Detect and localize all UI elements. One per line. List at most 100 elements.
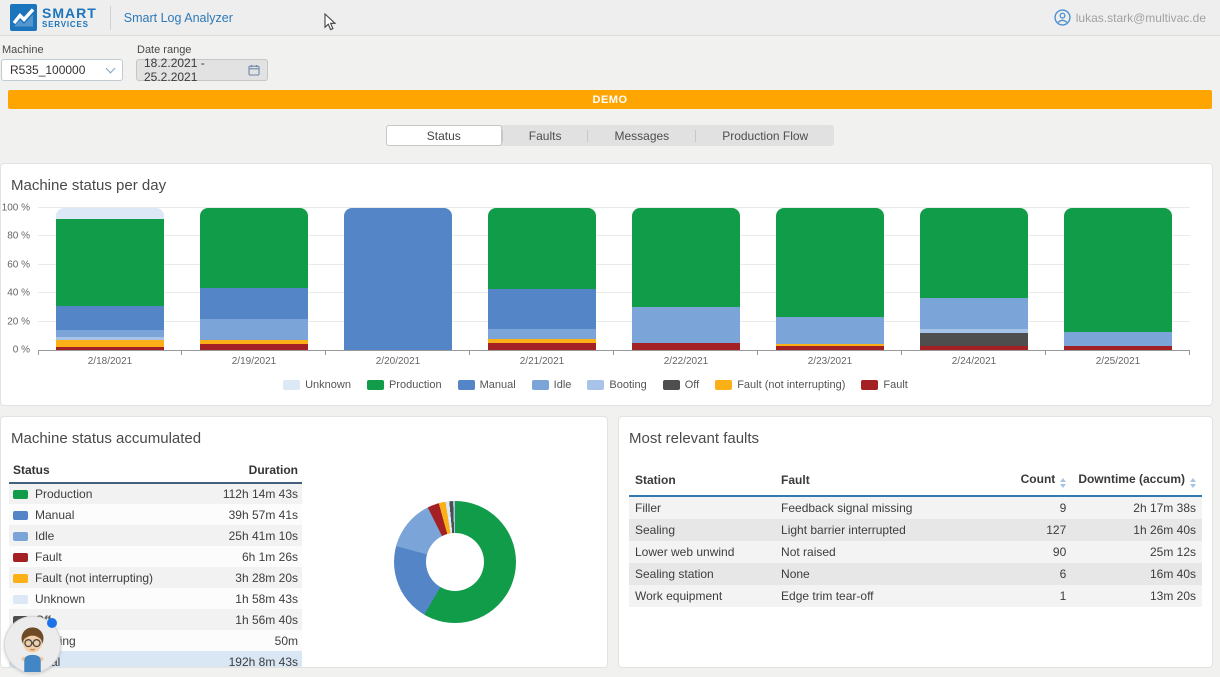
x-tick-label: 2/23/2021 xyxy=(758,351,902,367)
production-segment xyxy=(632,208,740,307)
machine-select-value: R535_100000 xyxy=(10,63,107,77)
production-segment xyxy=(200,208,308,288)
fault-segment xyxy=(56,347,164,350)
x-tick-label: 2/18/2021 xyxy=(38,351,182,367)
date-range-input[interactable]: 18.2.2021 - 25.2.2021 xyxy=(136,59,268,81)
stacked-bar xyxy=(344,208,452,350)
logo-chart-icon xyxy=(10,4,37,31)
tab-faults[interactable]: Faults xyxy=(503,125,588,146)
fault-cell: None xyxy=(775,563,998,585)
idle-swatch xyxy=(13,532,28,541)
fault_ni-segment xyxy=(56,340,164,347)
tab-messages[interactable]: Messages xyxy=(588,125,695,146)
legend-label: Booting xyxy=(609,379,646,391)
manual-segment xyxy=(200,288,308,319)
chart-legend: Unknown Production Manual Idle Booting Off Fau… xyxy=(1,379,1190,391)
manual-segment xyxy=(488,289,596,329)
legend-item[interactable]: Unknown xyxy=(283,379,351,391)
sort-icon[interactable] xyxy=(1190,478,1196,488)
user-menu[interactable]: lukas.stark@multivac.de xyxy=(1054,9,1206,26)
downtime-cell: 1h 26m 40s xyxy=(1072,519,1202,541)
status-cell: Fault (not interrupting) xyxy=(9,567,197,588)
user-icon xyxy=(1054,9,1071,26)
status-cell: Fault xyxy=(9,546,197,567)
assistant-avatar[interactable] xyxy=(4,616,61,673)
header-divider xyxy=(110,6,111,30)
table-row: SealingLight barrier interrupted1271h 26… xyxy=(629,519,1202,541)
calendar-icon[interactable] xyxy=(248,64,260,76)
legend-label: Idle xyxy=(554,379,572,391)
legend-item[interactable]: Fault (not interrupting) xyxy=(715,379,845,391)
manual-segment xyxy=(344,208,452,350)
count-cell: 90 xyxy=(998,541,1072,563)
logo-text: SMART SERVICES xyxy=(42,6,97,29)
legend-item[interactable]: Manual xyxy=(458,379,516,391)
tab-production-flow[interactable]: Production Flow xyxy=(696,125,834,146)
machine-select[interactable]: R535_100000 xyxy=(1,59,123,81)
y-tick-label: 100 % xyxy=(2,203,30,214)
legend-item[interactable]: Fault xyxy=(861,379,907,391)
y-tick-label: 60 % xyxy=(7,259,30,270)
table-row: Production112h 14m 43s xyxy=(9,483,302,504)
column-header-duration: Duration xyxy=(197,461,302,483)
bar-slot xyxy=(902,208,1046,350)
legend-item[interactable]: Idle xyxy=(532,379,572,391)
column-header-count[interactable]: Count xyxy=(998,467,1072,496)
downtime-cell: 2h 17m 38s xyxy=(1072,496,1202,519)
logo-line2: SERVICES xyxy=(42,21,97,29)
chevron-down-icon xyxy=(106,63,116,73)
stacked-bar-chart: 100 %80 %60 %40 %20 %0 % 2/18/20212/19/2… xyxy=(1,208,1212,391)
legend-item[interactable]: Off xyxy=(663,379,699,391)
bar-slot xyxy=(614,208,758,350)
stacked-bar xyxy=(200,208,308,350)
table-row: Manual39h 57m 41s xyxy=(9,504,302,525)
fault-swatch xyxy=(861,380,878,390)
booting-swatch xyxy=(587,380,604,390)
fault-segment xyxy=(632,343,740,350)
x-tick-label: 2/19/2021 xyxy=(182,351,326,367)
production-segment xyxy=(776,208,884,317)
mouse-cursor xyxy=(324,13,336,31)
y-tick-label: 40 % xyxy=(7,288,30,299)
column-header-downtime[interactable]: Downtime (accum) xyxy=(1072,467,1202,496)
count-cell: 127 xyxy=(998,519,1072,541)
x-tick-label: 2/25/2021 xyxy=(1046,351,1190,367)
y-axis: 100 %80 %60 %40 %20 %0 % xyxy=(1,208,35,350)
status-cell: Idle xyxy=(9,525,197,546)
fault-segment xyxy=(200,344,308,350)
table-row: Lower web unwindNot raised9025m 12s xyxy=(629,541,1202,563)
count-cell: 6 xyxy=(998,563,1072,585)
legend-label: Fault (not interrupting) xyxy=(737,379,845,391)
duration-cell: 39h 57m 41s xyxy=(197,504,302,525)
app-header: SMART SERVICES Smart Log Analyzer lukas.… xyxy=(0,0,1220,36)
unknown-swatch xyxy=(283,380,300,390)
total-duration: 192h 8m 43s xyxy=(197,651,302,668)
sort-icon[interactable] xyxy=(1060,478,1066,488)
bar-slot xyxy=(470,208,614,350)
legend-item[interactable]: Booting xyxy=(587,379,646,391)
bar-slot xyxy=(1046,208,1190,350)
user-email: lukas.stark@multivac.de xyxy=(1076,11,1206,25)
stacked-bar xyxy=(632,208,740,350)
y-tick-label: 0 % xyxy=(13,345,30,356)
status-cell: Unknown xyxy=(9,588,197,609)
stacked-bar xyxy=(488,208,596,350)
unknown-segment xyxy=(56,208,164,219)
idle-swatch xyxy=(532,380,549,390)
table-row: Fault6h 1m 26s xyxy=(9,546,302,567)
tab-status[interactable]: Status xyxy=(386,125,502,146)
idle-segment xyxy=(56,330,164,337)
duration-cell: 50m xyxy=(197,630,302,651)
production-segment xyxy=(1064,208,1172,332)
unknown-swatch xyxy=(13,595,28,604)
station-cell: Work equipment xyxy=(629,585,775,607)
idle-segment xyxy=(488,329,596,339)
downtime-cell: 16m 40s xyxy=(1072,563,1202,585)
duration-cell: 112h 14m 43s xyxy=(197,483,302,504)
legend-item[interactable]: Production xyxy=(367,379,442,391)
status-cell: Production xyxy=(9,483,197,504)
x-tick-label: 2/24/2021 xyxy=(902,351,1046,367)
duration-cell: 3h 28m 20s xyxy=(197,567,302,588)
table-row: FillerFeedback signal missing92h 17m 38s xyxy=(629,496,1202,519)
status-label: Unknown xyxy=(35,592,85,606)
